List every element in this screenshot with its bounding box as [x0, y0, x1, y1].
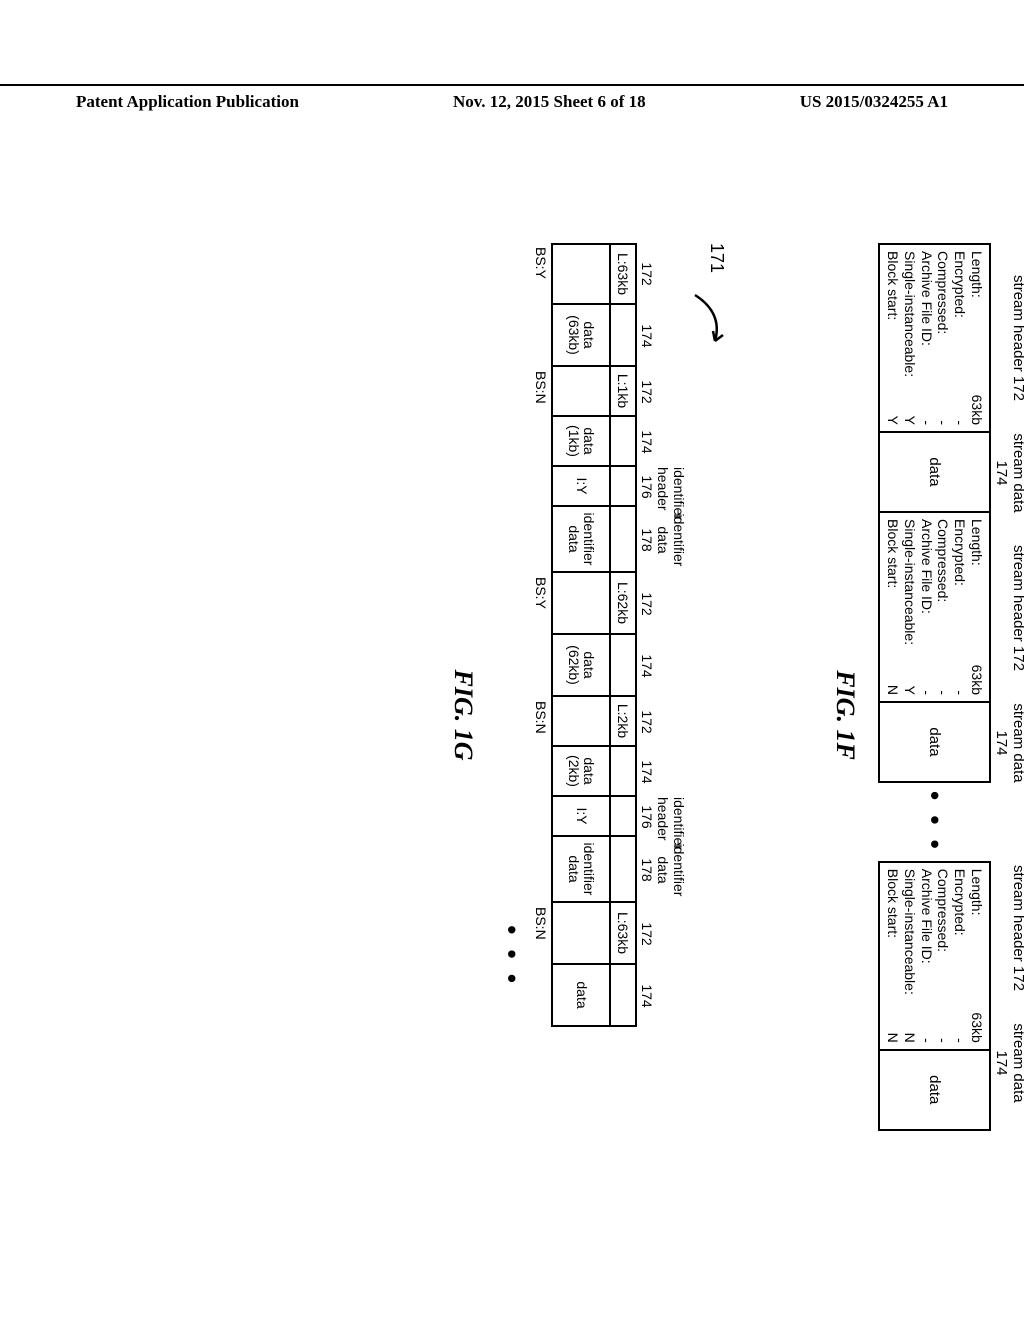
data-cell — [551, 573, 609, 635]
stream-header-cell: Length:63kb Encrypted:- Compressed:- Arc… — [878, 513, 991, 703]
sheet-label: Nov. 12, 2015 Sheet 6 of 18 — [453, 92, 646, 112]
bs-cell — [533, 747, 549, 797]
len-cell — [609, 507, 637, 573]
bs-cell — [533, 635, 549, 697]
data-cell: data — [551, 965, 609, 1027]
data-cell: identifier data — [551, 837, 609, 903]
fig1g-bs-row: BS:Y BS:N BS:Y BS:N BS:N — [533, 243, 549, 1187]
page-header: Patent Application Publication Nov. 12, … — [0, 84, 1024, 112]
len-cell — [609, 467, 637, 507]
refnum: 172 — [639, 697, 655, 747]
leader-arrow-icon — [685, 293, 725, 353]
bs-cell — [533, 507, 549, 573]
fig1g-ref-numbers: 172 174 172 174 176 178 172 174 172 174 … — [639, 243, 655, 1187]
data-cell: I:Y — [551, 797, 609, 837]
data-cell: I:Y — [551, 467, 609, 507]
len-cell — [609, 417, 637, 467]
id-data-label: identifier data — [655, 837, 687, 903]
ref-171: 171 — [706, 243, 727, 273]
data-cell — [551, 903, 609, 965]
bs-cell — [533, 417, 549, 467]
refnum: 178 — [639, 837, 655, 903]
refnum: 174 — [639, 305, 655, 367]
fig1f-row: Length:63kb Encrypted:- Compressed:- Arc… — [878, 243, 991, 1187]
bs-cell: BS:N — [533, 903, 549, 965]
fig-1f-caption: FIG. 1F — [830, 243, 860, 1187]
fig-1f: stream header 172 stream data 174 stream… — [812, 243, 1024, 1187]
bs-cell — [533, 965, 549, 1027]
len-cell — [609, 965, 637, 1027]
col-label: stream header 172 — [993, 833, 1024, 1023]
data-cell — [551, 697, 609, 747]
len-cell — [609, 837, 637, 903]
stream-header-cell: Length:63kb Encrypted:- Compressed:- Arc… — [878, 861, 991, 1051]
len-cell: L:62kb — [609, 573, 637, 635]
refnum: 172 — [639, 573, 655, 635]
len-cell: L:63kb — [609, 243, 637, 305]
fig1g-data-row: data (63kb) data (1kb) I:Y identifier da… — [551, 243, 609, 1187]
ellipsis-icon: • • • — [919, 783, 950, 861]
refnum: 176 — [639, 797, 655, 837]
id-header-label: identifier header — [655, 467, 687, 507]
pub-number: US 2015/0324255 A1 — [800, 92, 1024, 112]
len-cell: L:1kb — [609, 367, 637, 417]
ellipsis-icon: • • • — [496, 243, 527, 1027]
data-cell — [551, 367, 609, 417]
col-label: stream data 174 — [993, 703, 1024, 783]
len-cell: L:63kb — [609, 903, 637, 965]
col-label: stream data 174 — [993, 433, 1024, 513]
len-cell — [609, 797, 637, 837]
data-cell: identifier data — [551, 507, 609, 573]
stream-data-cell: data — [878, 1051, 991, 1131]
id-header-label: identifier header — [655, 797, 687, 837]
pub-label: Patent Application Publication — [0, 92, 299, 112]
data-cell: data (63kb) — [551, 305, 609, 367]
bs-cell — [533, 467, 549, 507]
fig1g-text-labels: identifier header identifier data identi… — [655, 243, 687, 1187]
bs-cell: BS:Y — [533, 243, 549, 305]
bs-cell — [533, 797, 549, 837]
col-label: stream header 172 — [993, 243, 1024, 433]
refnum: 172 — [639, 367, 655, 417]
refnum: 174 — [639, 635, 655, 697]
data-cell: data (1kb) — [551, 417, 609, 467]
col-label: stream data 174 — [993, 1023, 1024, 1103]
data-cell: data (2kb) — [551, 747, 609, 797]
fig1f-column-labels: stream header 172 stream data 174 stream… — [993, 243, 1024, 1187]
id-data-label: identifier data — [655, 507, 687, 573]
refnum: 174 — [639, 965, 655, 1027]
fig-1g: identifier header identifier data identi… — [430, 243, 687, 1187]
bs-cell — [533, 837, 549, 903]
data-cell — [551, 243, 609, 305]
refnum: 174 — [639, 747, 655, 797]
fig1g-length-row: L:63kb L:1kb L:62kb L:2kb L:63kb — [609, 243, 637, 1187]
bs-cell: BS:Y — [533, 573, 549, 635]
len-cell: L:2kb — [609, 697, 637, 747]
bs-cell — [533, 305, 549, 367]
col-label: stream header 172 — [993, 513, 1024, 703]
stream-header-cell: Length:63kb Encrypted:- Compressed:- Arc… — [878, 243, 991, 433]
refnum: 178 — [639, 507, 655, 573]
stream-data-cell: data — [878, 433, 991, 513]
refnum: 172 — [639, 243, 655, 305]
data-cell: data (62kb) — [551, 635, 609, 697]
bs-cell: BS:N — [533, 697, 549, 747]
len-cell — [609, 635, 637, 697]
stream-data-cell: data — [878, 703, 991, 783]
refnum: 176 — [639, 467, 655, 507]
refnum: 174 — [639, 417, 655, 467]
bs-cell: BS:N — [533, 367, 549, 417]
len-cell — [609, 747, 637, 797]
figure-canvas-rotated: 170 stream header 172 stream data 174 st… — [0, 203, 1024, 1227]
refnum: 172 — [639, 903, 655, 965]
len-cell — [609, 305, 637, 367]
fig-1g-caption: FIG. 1G — [448, 243, 478, 1187]
